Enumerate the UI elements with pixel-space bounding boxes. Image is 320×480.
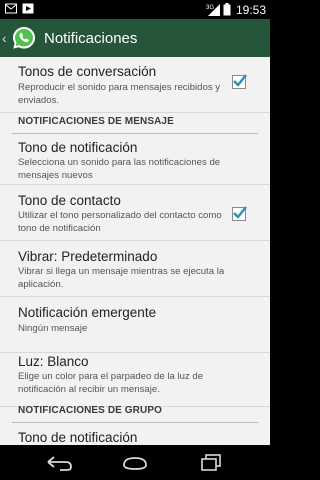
setting-popup-notification[interactable]: Notificación emergente Ningún mensaje: [0, 297, 270, 353]
status-bar: 3G 19:53: [0, 0, 270, 19]
setting-title: Tono de notificación: [18, 430, 138, 445]
email-notification-icon: [5, 3, 17, 14]
conversation-tones-checkbox[interactable]: [232, 74, 247, 89]
section-header-groups: NOTIFICACIONES DE GRUPO: [0, 405, 270, 427]
setting-summary: Vibrar si llega un mensaje mientras se e…: [18, 266, 225, 290]
setting-contact-tone[interactable]: Tono de contacto Utilizar el tono person…: [0, 185, 270, 241]
section-header-label: NOTIFICACIONES DE MENSAJE: [18, 116, 174, 127]
setting-summary: Ningún mensaje: [18, 323, 88, 334]
setting-summary: Utilizar el tono personalizado del conta…: [18, 210, 222, 234]
page-title: Notificaciones: [44, 29, 138, 47]
setting-group-notification-tone[interactable]: Tono de notificación: [0, 425, 270, 445]
setting-summary: Elige un color para el parpadeo de la lu…: [18, 371, 204, 395]
network-type-label: 3G: [206, 5, 214, 11]
setting-title: Vibrar: Predeterminado: [18, 249, 158, 264]
battery-icon: [223, 3, 231, 16]
whatsapp-logo-icon[interactable]: [11, 25, 37, 51]
setting-vibrate[interactable]: Vibrar: Predeterminado Vibrar si llega u…: [0, 241, 270, 297]
setting-light[interactable]: Luz: Blanco Elige un color para el parpa…: [0, 347, 270, 407]
setting-title: Notificación emergente: [18, 305, 157, 320]
checkmark-icon: [233, 206, 247, 219]
back-chevron-icon[interactable]: ‹: [2, 30, 10, 46]
back-icon[interactable]: [44, 453, 74, 472]
navigation-bar: [0, 445, 270, 480]
signal-3g-icon: 3G: [206, 4, 220, 16]
settings-list: Tonos de conversación Reproducir el soni…: [0, 57, 270, 445]
section-header-label: NOTIFICACIONES DE GRUPO: [18, 405, 162, 416]
recent-apps-icon[interactable]: [196, 453, 226, 472]
action-bar: ‹ Notificaciones: [0, 19, 270, 57]
home-icon[interactable]: [120, 453, 150, 472]
play-store-notification-icon: [22, 3, 34, 14]
section-divider: [12, 422, 258, 423]
checkmark-icon: [233, 74, 247, 87]
setting-title: Tono de contacto: [18, 193, 121, 208]
contact-tone-checkbox[interactable]: [232, 206, 247, 221]
setting-title: Tono de notificación: [18, 140, 138, 155]
setting-conversation-tones[interactable]: Tonos de conversación Reproducir el soni…: [0, 57, 270, 113]
status-time: 19:53: [235, 2, 266, 17]
setting-notification-tone[interactable]: Tono de notificación Selecciona un sonid…: [0, 133, 270, 185]
setting-summary: Selecciona un sonido para las notificaci…: [18, 157, 221, 181]
setting-title: Tonos de conversación: [18, 64, 157, 79]
setting-summary: Reproducir el sonido para mensajes recib…: [18, 82, 221, 106]
setting-title: Luz: Blanco: [18, 354, 89, 369]
